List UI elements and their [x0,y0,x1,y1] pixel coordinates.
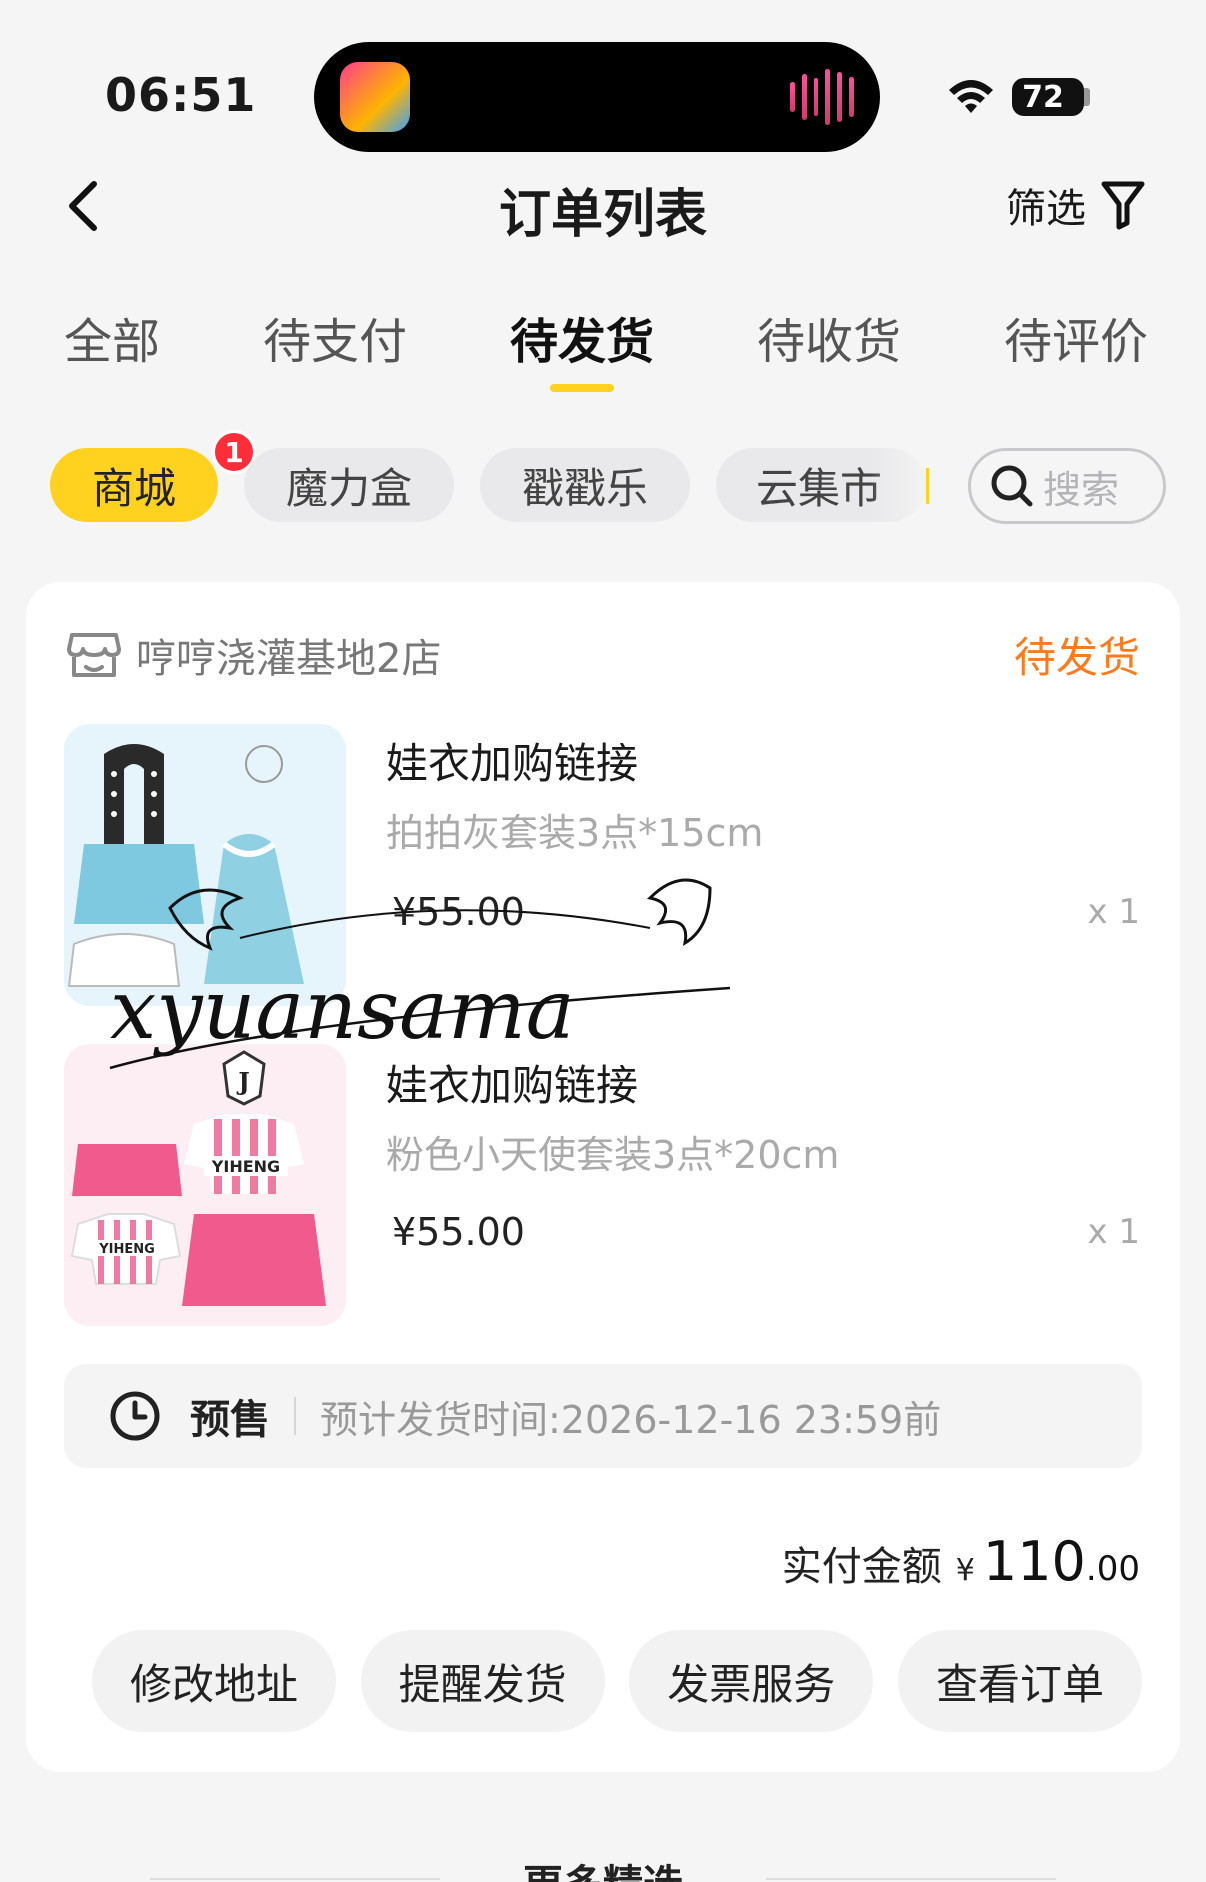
total-currency: ¥ [955,1553,975,1588]
search-button[interactable]: 搜索 [968,448,1166,524]
chip-label: 商城 [91,463,176,513]
presale-label: 预售 [190,1397,270,1443]
total-amount: 实付金额 ¥ 110 .00 [782,1530,1140,1593]
filter-button[interactable]: 筛选 [1006,176,1146,234]
item-title[interactable]: 娃衣加购链接 [386,1052,638,1113]
remind-shipment-button[interactable]: 提醒发货 [360,1630,605,1732]
tab-pending-shipment[interactable]: 待发货 [482,312,682,392]
battery-icon: 72 [1012,78,1084,116]
chip-mall[interactable]: 商城 [50,448,218,522]
presale-divider [294,1397,296,1435]
invoice-service-button[interactable]: 发票服务 [629,1630,874,1732]
status-time: 06:51 [105,68,257,122]
presale-notice: 预售 预计发货时间:2026-12-16 23:59前 [64,1364,1142,1468]
total-integer: 110 [982,1530,1086,1593]
chips-fade [870,448,940,522]
chip-magic-box[interactable]: 魔力盒 [244,448,454,522]
order-actions: 修改地址 提醒发货 发票服务 查看订单 [92,1630,1142,1732]
audio-waveform-icon [790,68,854,126]
item-quantity: x 1 [1087,1212,1140,1252]
category-chips: 商城 1 魔力盒 戳戳乐 云集市 搜索 [50,430,1170,524]
clock-icon [110,1391,160,1441]
order-status-label: 待发货 [1013,633,1140,682]
item-quantity: x 1 [1087,892,1140,932]
product-thumbnail[interactable] [64,724,346,1006]
chip-label: 云集市 [756,463,883,513]
battery-tip [1084,88,1090,106]
tab-all[interactable]: 全部 [36,312,188,392]
modify-address-button[interactable]: 修改地址 [92,1630,336,1732]
search-icon [991,465,1033,507]
order-status-tabs: 全部 待支付 待发货 待收货 待评价 [36,312,1176,402]
store-icon [67,633,121,677]
wifi-icon [949,80,993,113]
logo-letter: J [236,1067,249,1096]
chips-divider [926,468,929,504]
tab-pending-receipt[interactable]: 待收货 [729,312,929,392]
tab-pending-review[interactable]: 待评价 [976,312,1176,392]
chip-poke[interactable]: 戳戳乐 [480,448,690,522]
total-decimal: .00 [1085,1549,1140,1589]
view-order-button[interactable]: 查看订单 [897,1630,1142,1732]
total-label: 实付金额 [781,1544,942,1590]
product-image-pink-outfit: J YIHENG YIHENG [64,1044,346,1326]
chip-label: 魔力盒 [285,463,412,513]
item-price: ¥55.00 [392,1210,525,1254]
shop-link[interactable]: 哼哼浇灌基地2店 [66,626,441,684]
product-thumbnail[interactable]: J YIHENG YIHENG [64,1044,346,1326]
filter-label: 筛选 [1006,186,1086,232]
product-image-grey-outfit [64,724,346,1006]
item-spec: 拍拍灰套装3点*15cm [386,811,764,855]
search-placeholder: 搜索 [1043,467,1120,512]
battery-level: 72 [1022,79,1064,115]
shop-name: 哼哼浇灌基地2店 [136,636,442,682]
tab-pending-payment[interactable]: 待支付 [235,312,435,392]
item-spec: 粉色小天使套装3点*20cm [386,1133,840,1177]
item-title[interactable]: 娃衣加购链接 [386,730,638,791]
brand-text: YIHENG [98,1242,155,1257]
brand-text: YIHENG [211,1157,280,1176]
section-divider [766,1878,1056,1880]
chip-label: 戳戳乐 [521,463,648,513]
estimated-ship-time: 预计发货时间:2026-12-16 23:59前 [320,1397,942,1442]
item-price: ¥55.00 [392,890,525,934]
funnel-icon [1101,181,1145,230]
app-activity-icon[interactable] [340,62,410,132]
